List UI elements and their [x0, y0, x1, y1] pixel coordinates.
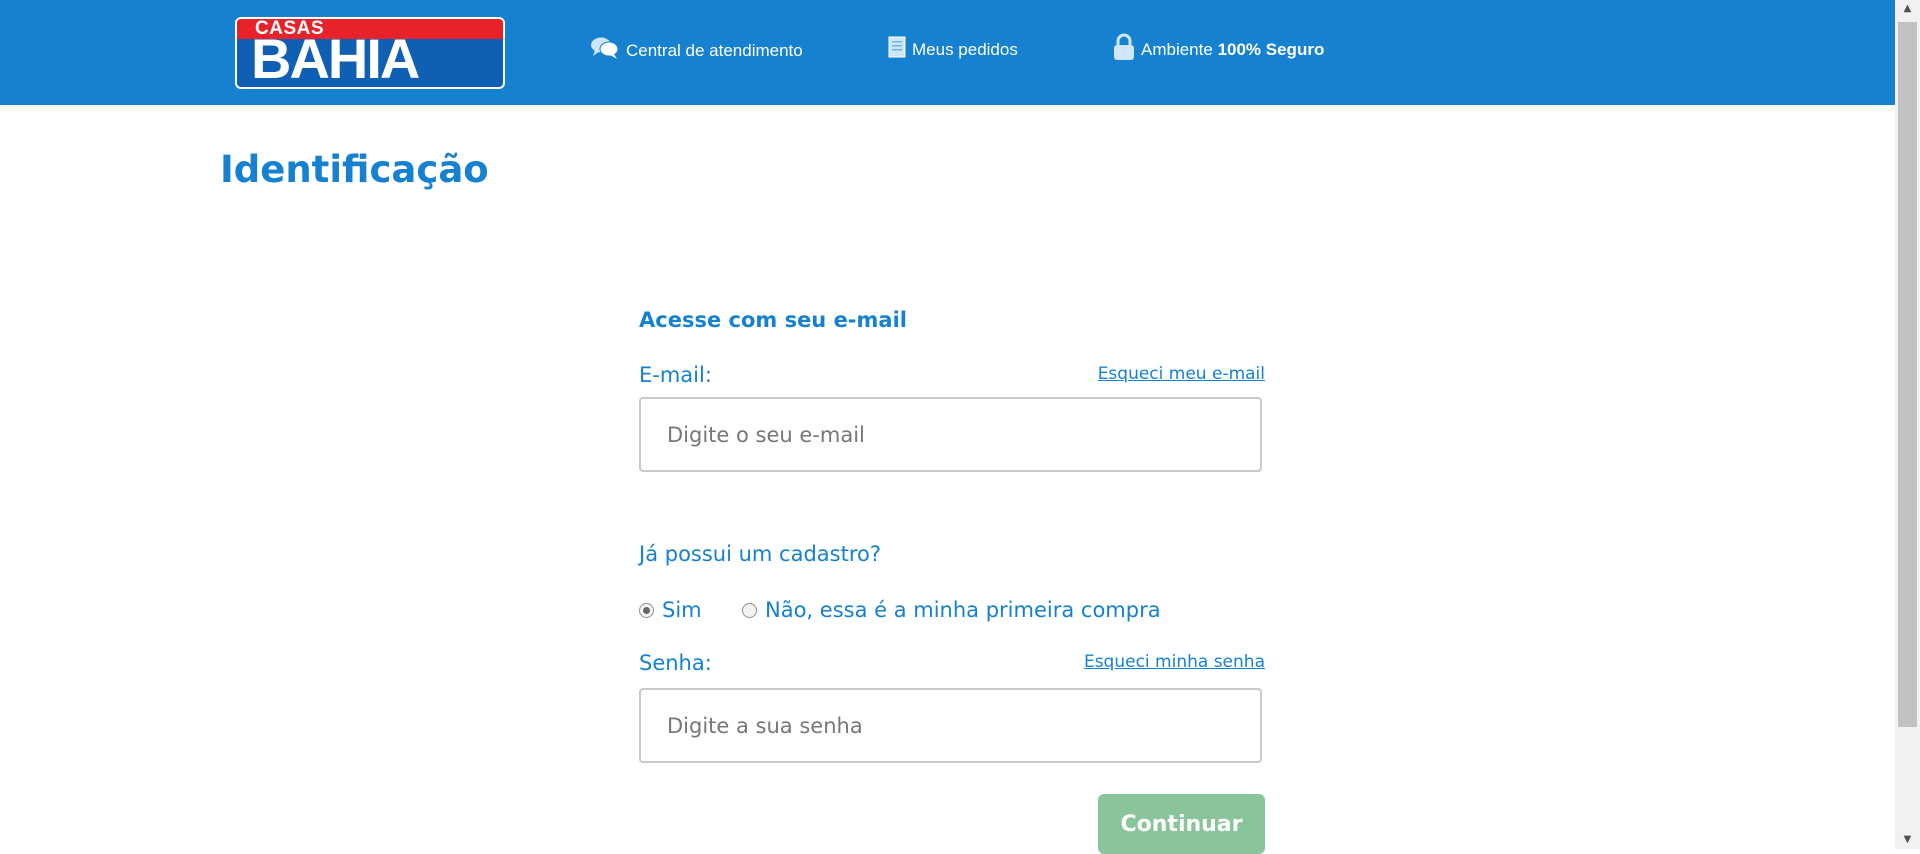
radio-button-sim[interactable] [639, 602, 654, 618]
secure-environment: Ambiente 100% Seguro [1113, 33, 1324, 66]
radio-label-nao: Não, essa é a minha primeira compra [765, 598, 1161, 622]
password-input[interactable] [639, 688, 1262, 763]
lock-icon [1113, 33, 1135, 66]
casas-bahia-logo[interactable]: CASAS BAHIA [235, 17, 505, 89]
login-section-title: Acesse com seu e-mail [639, 308, 907, 332]
email-input[interactable] [639, 397, 1262, 472]
chat-bubbles-icon [590, 36, 620, 65]
email-label: E-mail: [639, 363, 712, 387]
radio-label-sim: Sim [662, 598, 702, 622]
logo-main-text: BAHIA [251, 27, 420, 89]
nav-central-atendimento-label: Central de atendimento [626, 40, 803, 60]
page-title: Identificação [220, 148, 489, 191]
registration-question: Já possui um cadastro? [639, 542, 882, 566]
forgot-password-link[interactable]: Esqueci minha senha [1084, 652, 1265, 672]
site-header: CASAS BAHIA Central de atendimento Meus … [0, 0, 1895, 105]
radio-button-nao[interactable] [742, 602, 757, 618]
secure-label-prefix: Ambiente [1141, 39, 1213, 59]
nav-meus-pedidos[interactable]: Meus pedidos [888, 36, 1018, 63]
vertical-scrollbar[interactable]: ▲ ▼ [1895, 0, 1920, 849]
secure-label-strong: 100% Seguro [1217, 39, 1325, 59]
password-label: Senha: [639, 651, 712, 675]
radio-option-nao[interactable]: Não, essa é a minha primeira compra [742, 598, 1161, 622]
scrollbar-thumb[interactable] [1898, 22, 1917, 727]
nav-meus-pedidos-label: Meus pedidos [912, 39, 1018, 59]
scroll-down-arrow-icon[interactable]: ▼ [1895, 831, 1920, 849]
scroll-up-arrow-icon[interactable]: ▲ [1895, 0, 1920, 18]
nav-central-atendimento[interactable]: Central de atendimento [590, 36, 803, 65]
radio-option-sim[interactable]: Sim [639, 598, 702, 622]
forgot-email-link[interactable]: Esqueci meu e-mail [1098, 364, 1265, 384]
document-icon [888, 36, 906, 63]
continue-button[interactable]: Continuar [1098, 794, 1265, 854]
